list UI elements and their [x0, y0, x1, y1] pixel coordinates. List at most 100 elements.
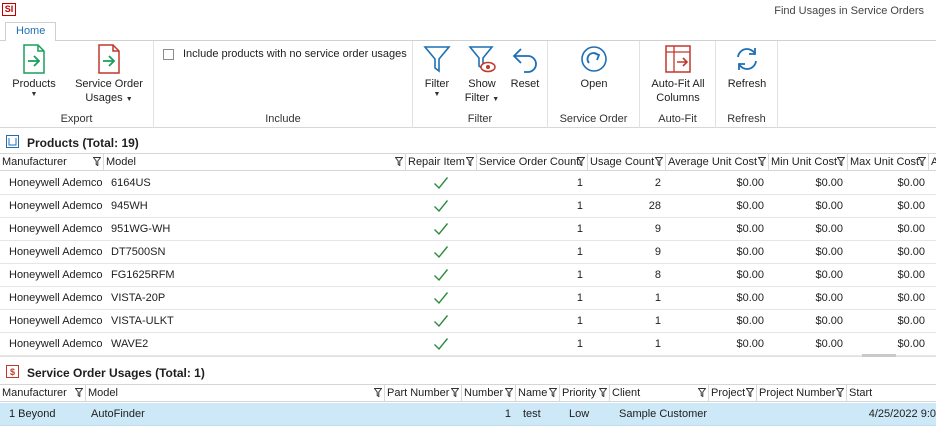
column-header-manufacturer[interactable]: Manufacturer: [0, 385, 86, 402]
cell-average-unit-cost: $0.00: [736, 269, 764, 281]
column-header-start[interactable]: Start: [847, 385, 936, 402]
column-filter-icon[interactable]: [918, 157, 926, 166]
cell-service-order-count: 1: [576, 177, 583, 189]
cell-average-unit-cost: $0.00: [736, 246, 764, 258]
table-row[interactable]: Honeywell Ademco DT7500SN 1 9 $0.00 $0.00 $0.0…: [0, 241, 936, 264]
column-filter-icon[interactable]: [698, 388, 706, 397]
cell-model: VISTA-ULKT: [111, 315, 174, 327]
cell-max-unit-cost: $0.00: [897, 315, 925, 327]
check-icon: [434, 200, 449, 213]
tab-home[interactable]: Home: [5, 22, 57, 42]
cell-service-order-count: 1: [576, 223, 583, 235]
cell-min-unit-cost: $0.00: [815, 269, 843, 281]
column-filter-icon[interactable]: [466, 157, 474, 166]
check-icon: [434, 315, 449, 328]
include-no-usages-label[interactable]: Include products with no service order u…: [183, 48, 407, 60]
cell-usage-count: 1: [654, 315, 661, 327]
cell-manufacturer: Honeywell Ademco: [9, 177, 103, 189]
cell-model: AutoFinder: [91, 408, 145, 420]
show-filter-button[interactable]: Show Filter ▼: [461, 43, 503, 107]
cell-service-order-count: 1: [576, 269, 583, 281]
table-row[interactable]: Honeywell Ademco VISTA-ULKT 1 1 $0.00 $0.00 $0…: [0, 310, 936, 333]
cell-min-unit-cost: $0.00: [815, 177, 843, 189]
column-header-project-number[interactable]: Project Number: [757, 385, 847, 402]
ribbon-group-service-order: Open Service Order: [548, 41, 640, 128]
column-header-model[interactable]: Model: [104, 154, 406, 171]
reset-button[interactable]: Reset: [508, 43, 542, 91]
table-row[interactable]: Honeywell Ademco 945WH 1 28 $0.00 $0.00 $0.00: [0, 195, 936, 218]
column-filter-icon[interactable]: [837, 157, 845, 166]
column-header-usage-count[interactable]: Usage Count: [588, 154, 666, 171]
column-filter-icon[interactable]: [836, 388, 844, 397]
refresh-button[interactable]: Refresh: [724, 43, 770, 91]
table-row[interactable]: Honeywell Ademco VISTA-20P 1 1 $0.00 $0.00 $0.…: [0, 287, 936, 310]
column-header-name[interactable]: Name: [516, 385, 560, 402]
column-header-number[interactable]: Number: [462, 385, 516, 402]
column-header-priority[interactable]: Priority: [560, 385, 610, 402]
column-filter-icon[interactable]: [758, 157, 766, 166]
export-products-icon: [23, 44, 45, 74]
cell-min-unit-cost: $0.00: [815, 338, 843, 350]
column-header-project[interactable]: Project: [709, 385, 757, 402]
cell-project-number: [760, 403, 846, 425]
autofit-label-line1: Auto-Fit All: [651, 78, 705, 90]
table-row[interactable]: 1 Beyond AutoFinder 1 test Low Sample Custome…: [0, 403, 936, 426]
column-header-client[interactable]: Client: [610, 385, 709, 402]
cell-project: [712, 403, 756, 425]
ribbon-group-include: Include products with no service order u…: [154, 41, 413, 128]
column-filter-icon[interactable]: [93, 157, 101, 166]
autofit-all-columns-button[interactable]: Auto-Fit All Columns: [644, 43, 712, 105]
column-filter-icon[interactable]: [746, 388, 754, 397]
filter-button[interactable]: Filter ▼: [419, 43, 455, 99]
table-row[interactable]: Honeywell Ademco WAVE2 1 1 $0.00 $0.00 $0.00: [0, 333, 936, 356]
table-row[interactable]: Honeywell Ademco FG1625RFM 1 8 $0.00 $0.00 $0.…: [0, 264, 936, 287]
check-icon: [434, 223, 449, 236]
column-filter-icon[interactable]: [577, 157, 585, 166]
show-filter-icon: [468, 46, 496, 73]
cell-manufacturer: Honeywell Ademco: [9, 200, 103, 212]
column-header-average-unit-cost[interactable]: Average Unit Cost: [666, 154, 769, 171]
column-filter-icon[interactable]: [395, 157, 403, 166]
cell-usage-count: 1: [654, 292, 661, 304]
column-header-truncated[interactable]: A: [929, 154, 936, 171]
column-filter-icon[interactable]: [655, 157, 663, 166]
column-filter-icon[interactable]: [505, 388, 513, 397]
products-title: Products (Total: 19): [27, 136, 139, 150]
cell-number: 1: [504, 408, 511, 420]
column-filter-icon[interactable]: [549, 388, 557, 397]
column-header-manufacturer[interactable]: Manufacturer: [0, 154, 104, 171]
column-filter-icon[interactable]: [451, 388, 459, 397]
cell-manufacturer: Honeywell Ademco: [9, 292, 103, 304]
products-section-header: Products (Total: 19): [0, 130, 936, 154]
export-service-order-usages-button[interactable]: Service Order Usages ▼: [70, 43, 148, 107]
open-arrow-circle-icon: [581, 46, 607, 72]
column-filter-icon[interactable]: [75, 388, 83, 397]
ribbon-group-autofit: Auto-Fit All Columns Auto-Fit: [640, 41, 716, 128]
column-header-repair-item[interactable]: Repair Item: [406, 154, 477, 171]
column-header-part-number[interactable]: Part Number: [385, 385, 462, 402]
column-header-max-unit-cost[interactable]: Max Unit Cost: [848, 154, 929, 171]
open-service-order-button[interactable]: Open: [570, 43, 618, 91]
cell-min-unit-cost: $0.00: [815, 246, 843, 258]
cell-usage-count: 9: [654, 246, 661, 258]
cell-start: 4/25/2022 9:0: [868, 408, 936, 420]
table-row[interactable]: Honeywell Ademco 951WG-WH 1 9 $0.00 $0.00 $0.0…: [0, 218, 936, 241]
products-box-icon: [6, 135, 19, 148]
column-header-service-order-count[interactable]: Service Order Count: [477, 154, 588, 171]
table-row[interactable]: Honeywell Ademco 6164US 1 2 $0.00 $0.00 $0.00: [0, 172, 936, 195]
ribbon: Products ▼ Service Order Usages ▼ Export…: [0, 41, 936, 128]
column-header-model[interactable]: Model: [86, 385, 385, 402]
column-filter-icon[interactable]: [599, 388, 607, 397]
horizontal-scrollbar-thumb[interactable]: [862, 354, 896, 357]
column-filter-icon[interactable]: [374, 388, 382, 397]
export-products-button[interactable]: Products ▼: [8, 43, 60, 99]
cell-model: FG1625RFM: [111, 269, 175, 281]
column-header-min-unit-cost[interactable]: Min Unit Cost: [769, 154, 848, 171]
reset-label: Reset: [510, 78, 540, 90]
cell-name: test: [523, 408, 541, 420]
cell-average-unit-cost: $0.00: [736, 292, 764, 304]
check-icon: [434, 246, 449, 259]
include-no-usages-checkbox[interactable]: [163, 49, 174, 60]
group-label-autofit: Auto-Fit: [658, 113, 697, 125]
cell-service-order-count: 1: [576, 315, 583, 327]
